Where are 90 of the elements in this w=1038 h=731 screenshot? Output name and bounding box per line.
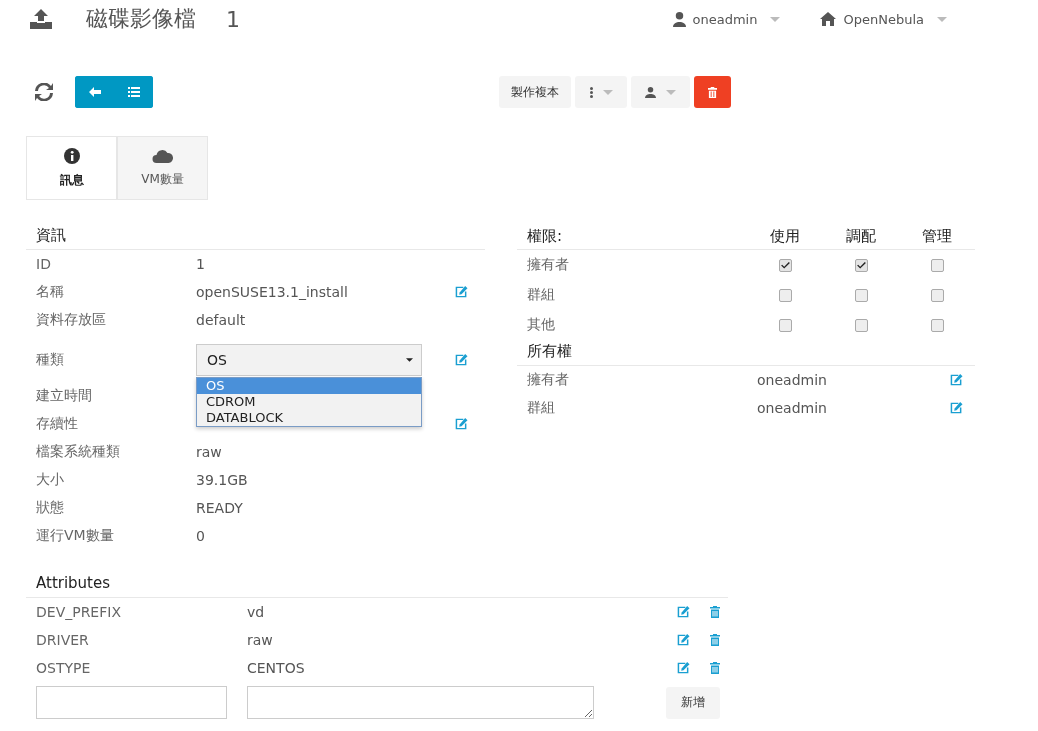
checkbox[interactable] <box>930 258 944 272</box>
column-header: 調配 <box>845 227 877 246</box>
edit-icon[interactable] <box>455 418 468 430</box>
field-value: READY <box>196 500 243 516</box>
checkbox[interactable] <box>854 288 868 302</box>
owner-menu-button[interactable] <box>631 76 690 108</box>
section-title: 權限: <box>526 227 564 246</box>
attribute-value-input[interactable] <box>247 686 594 719</box>
user-icon <box>672 11 686 27</box>
checkbox[interactable] <box>930 288 944 302</box>
attribute-value: CENTOS <box>247 660 306 676</box>
check-icon <box>856 261 866 269</box>
field-label: 種類 <box>35 351 65 369</box>
attribute-name: OSTYPE <box>35 660 92 676</box>
permission-label: 其他 <box>526 316 556 334</box>
caret-icon <box>406 358 413 362</box>
trash-icon <box>708 86 717 98</box>
field-label: ID <box>35 256 52 272</box>
ownership-label: 群組 <box>526 399 556 417</box>
edit-icon[interactable] <box>677 662 690 674</box>
edit-icon[interactable] <box>677 634 690 646</box>
zone-menu[interactable]: OpenNebula <box>820 11 947 27</box>
field-value: openSUSE13.1_install <box>196 284 348 300</box>
tab[interactable]: VM數量 <box>117 136 208 200</box>
field-value: raw <box>196 444 222 460</box>
field-value: default <box>196 312 246 328</box>
attribute-name: DRIVER <box>35 632 90 648</box>
attribute-name-input[interactable] <box>36 686 227 719</box>
caret-icon <box>666 89 676 95</box>
section-title: 資訊 <box>26 224 485 250</box>
caret-icon <box>937 16 947 22</box>
field-label: 大小 <box>35 471 65 489</box>
page-title: 磁碟影像檔 <box>86 5 196 33</box>
field-label: 建立時間 <box>35 387 93 405</box>
edit-icon[interactable] <box>677 606 690 618</box>
permission-label: 擁有者 <box>526 256 570 274</box>
edit-icon[interactable] <box>455 286 468 298</box>
edit-icon[interactable] <box>455 354 468 366</box>
vertical-dots-icon <box>589 86 593 98</box>
ownership-label: 擁有者 <box>526 371 570 389</box>
checkbox[interactable] <box>778 318 792 332</box>
section-title: Attributes <box>26 572 728 598</box>
checkbox[interactable] <box>854 258 868 272</box>
field-label: 運行VM數量 <box>35 527 115 545</box>
field-value: 1 <box>196 256 205 272</box>
delete-icon[interactable] <box>710 662 720 674</box>
delete-button[interactable] <box>694 76 731 108</box>
column-header: 使用 <box>769 227 801 246</box>
caret-icon <box>770 16 781 22</box>
check-icon <box>780 261 790 269</box>
permission-label: 群組 <box>526 286 556 304</box>
edit-icon[interactable] <box>950 374 963 386</box>
field-label: 檔案系統種類 <box>35 443 121 461</box>
arrow-left-icon <box>88 87 101 97</box>
checkbox[interactable] <box>778 288 792 302</box>
section-title: 所有權 <box>517 340 975 366</box>
refresh-icon[interactable] <box>35 83 53 101</box>
field-label: 資料存放區 <box>35 311 107 329</box>
checkbox[interactable] <box>778 258 792 272</box>
column-header: 管理 <box>921 227 953 246</box>
attribute-value: vd <box>247 604 266 620</box>
clone-button[interactable]: 製作複本 <box>499 76 571 108</box>
checkbox[interactable] <box>930 318 944 332</box>
list-icon <box>127 87 140 97</box>
home-icon <box>820 12 837 26</box>
image-id: 1 <box>226 6 240 32</box>
ownership-value: oneadmin <box>757 400 828 416</box>
caret-icon <box>602 89 613 95</box>
edit-icon[interactable] <box>950 402 963 414</box>
dropdown-option[interactable]: DATABLOCK <box>197 410 421 426</box>
field-label: 狀態 <box>35 499 65 517</box>
user-icon <box>645 86 656 98</box>
checkbox[interactable] <box>854 318 868 332</box>
type-select[interactable]: OS <box>196 344 422 376</box>
dropdown-option[interactable]: CDROM <box>197 394 421 410</box>
delete-icon[interactable] <box>710 606 720 618</box>
cloud-icon <box>152 148 173 163</box>
field-label: 名稱 <box>35 283 65 301</box>
add-button[interactable]: 新增 <box>666 686 720 719</box>
tab[interactable]: 訊息 <box>26 136 117 200</box>
field-label: 存續性 <box>35 415 79 433</box>
field-value: 39.1GB <box>196 472 248 488</box>
delete-icon[interactable] <box>710 634 720 646</box>
field-value: 0 <box>196 528 205 544</box>
attribute-value: raw <box>247 632 274 648</box>
attribute-name: DEV_PREFIX <box>35 604 122 620</box>
upload-icon <box>30 9 52 29</box>
user-menu[interactable]: oneadmin <box>672 11 781 27</box>
ownership-value: oneadmin <box>757 372 828 388</box>
info-icon <box>63 147 80 164</box>
